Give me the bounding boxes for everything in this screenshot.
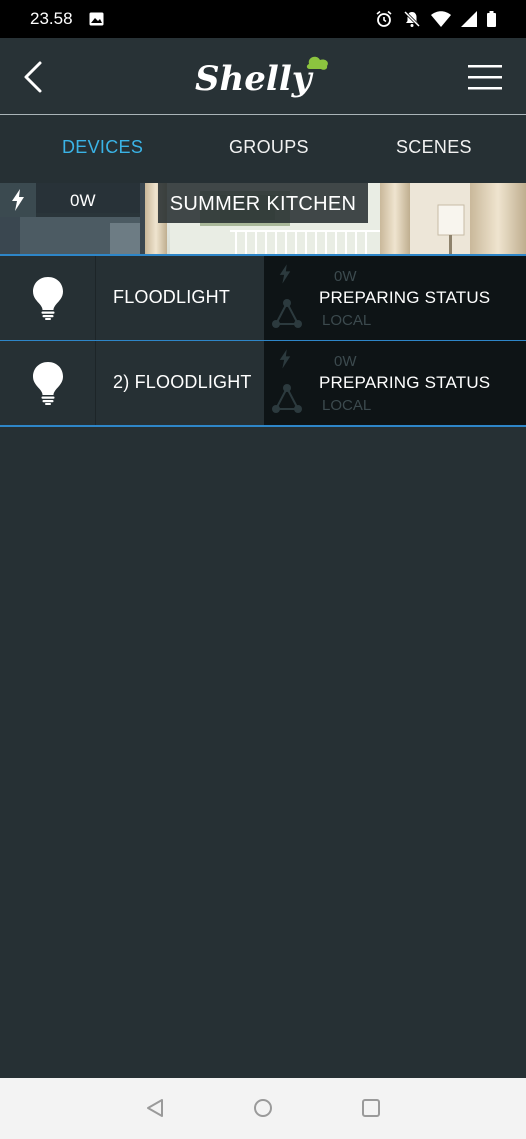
room-power-value: 0W	[70, 191, 96, 210]
tab-bar: DEVICES GROUPS SCENES	[0, 115, 526, 183]
power-icon	[279, 349, 291, 369]
status-time: 23.58	[30, 9, 73, 28]
tab-groups[interactable]: GROUPS	[229, 137, 309, 158]
hamburger-menu-icon[interactable]	[468, 64, 502, 90]
device-connection: LOCAL	[322, 397, 372, 414]
device-status-panel: 0W LOCAL PREPARING STATUS	[264, 256, 526, 340]
tab-scenes[interactable]: SCENES	[396, 137, 472, 158]
signal-icon	[461, 11, 477, 27]
battery-icon	[487, 11, 496, 27]
alarm-icon	[376, 10, 392, 27]
logo-text: Shelly	[195, 59, 314, 99]
app-bar: Shelly	[0, 38, 526, 115]
device-status: PREPARING STATUS	[319, 373, 491, 392]
device-row[interactable]: 2) FLOODLIGHT 0W LOCAL PREPARING STATUS	[0, 341, 526, 427]
power-icon	[279, 264, 291, 284]
device-name: FLOODLIGHT	[113, 287, 231, 307]
device-icon-cell[interactable]	[0, 256, 96, 340]
nav-home-icon[interactable]	[253, 1098, 273, 1118]
device-icon-cell[interactable]	[0, 341, 96, 425]
network-icon	[272, 299, 302, 328]
room-title-box: SUMMER KITCHEN	[158, 183, 368, 223]
nav-recents-icon[interactable]	[361, 1098, 381, 1118]
shelly-logo: Shelly	[195, 56, 328, 99]
device-power-value: 0W	[334, 268, 357, 285]
notifications-off-icon	[403, 10, 421, 28]
room-header[interactable]: 0W SUMMER KITCHEN	[0, 183, 526, 256]
status-icons	[375, 10, 496, 28]
device-status: PREPARING STATUS	[319, 288, 491, 307]
device-connection: LOCAL	[322, 312, 372, 329]
lightbulb-icon	[32, 362, 63, 405]
image-notification-icon	[89, 12, 104, 26]
room-bolt-box	[0, 183, 36, 217]
nav-back-icon[interactable]	[145, 1098, 165, 1118]
device-name: 2) FLOODLIGHT	[113, 372, 252, 392]
back-arrow-icon[interactable]	[20, 60, 46, 94]
device-status-panel: 0W LOCAL PREPARING STATUS	[264, 341, 526, 425]
network-icon	[272, 384, 302, 413]
device-power-value: 0W	[334, 353, 357, 370]
room-power-box: 0W	[0, 183, 140, 217]
room-title: SUMMER KITCHEN	[169, 193, 357, 215]
system-nav-bar	[0, 1078, 526, 1139]
lightbulb-icon	[32, 277, 63, 320]
lightning-bolt-icon	[12, 189, 24, 211]
device-row[interactable]: FLOODLIGHT 0W LOCAL PREPARING STATUS	[0, 256, 526, 342]
wifi-icon	[431, 11, 451, 27]
tab-devices[interactable]: DEVICES	[62, 137, 143, 158]
status-bar: 23.58	[0, 0, 526, 38]
